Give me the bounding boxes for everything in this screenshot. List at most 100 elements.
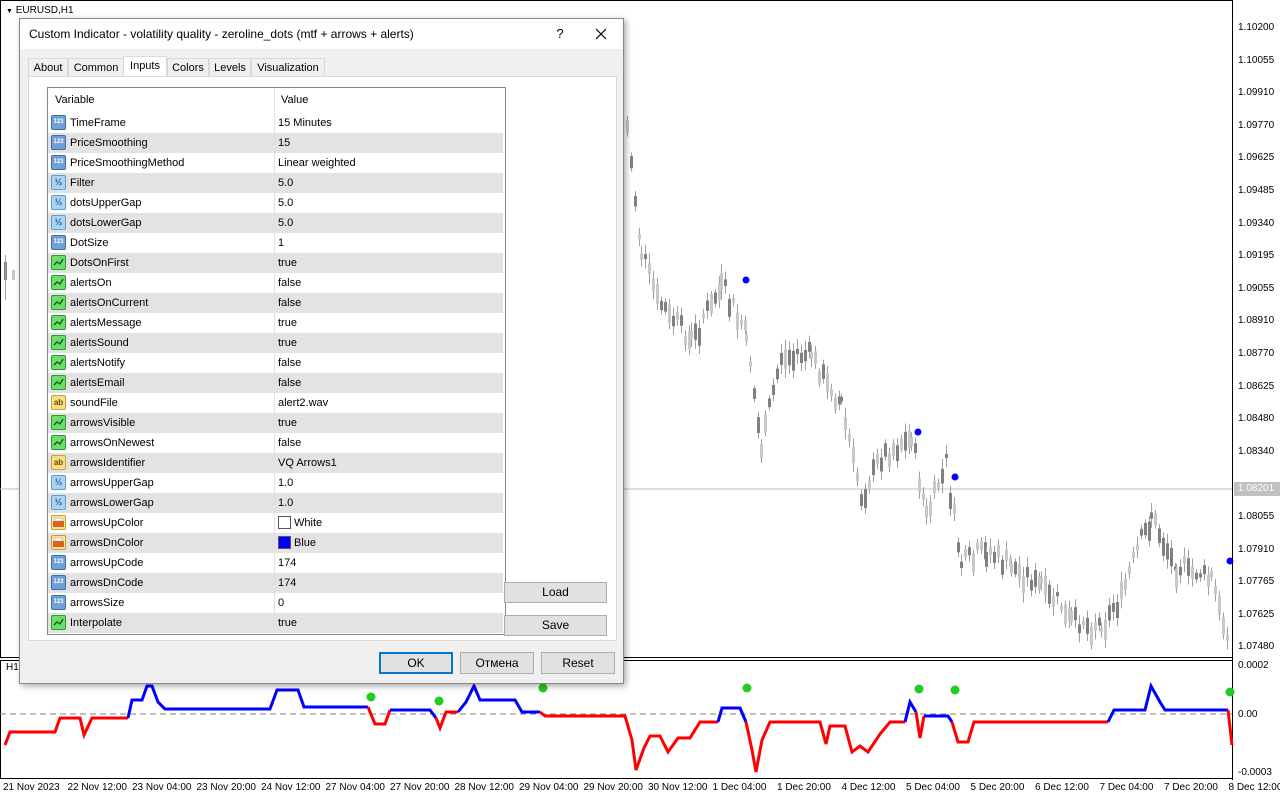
collapse-triangle-icon[interactable]: ▼ <box>6 8 13 15</box>
input-value[interactable]: false <box>278 293 301 313</box>
candle <box>953 504 956 514</box>
input-row-pricesmoothingmethod[interactable]: 123 PriceSmoothingMethod Linear weighted <box>48 153 503 173</box>
input-row-filter[interactable]: ½ Filter 5.0 <box>48 173 503 193</box>
input-row-pricesmoothing[interactable]: 123 PriceSmoothing 15 <box>48 133 503 153</box>
input-row-interpolate[interactable]: Interpolate true <box>48 613 503 633</box>
vq-down-line <box>914 711 926 739</box>
input-value[interactable]: false <box>278 373 301 393</box>
load-button[interactable]: Load <box>504 582 607 603</box>
current-price-tag: 1.08201 <box>1234 482 1280 496</box>
date-tick: 1 Dec 20:00 <box>777 782 831 793</box>
tab-colors[interactable]: Colors <box>167 58 209 76</box>
input-row-dotslowergap[interactable]: ½ dotsLowerGap 5.0 <box>48 213 503 233</box>
candle <box>1183 556 1186 564</box>
candle <box>1120 581 1123 599</box>
indicator-tick: -0.0003 <box>1238 767 1272 778</box>
input-value[interactable]: Blue <box>294 533 316 553</box>
input-value[interactable]: false <box>278 353 301 373</box>
tab-common[interactable]: Common <box>68 58 124 76</box>
price-tick: 1.09910 <box>1238 87 1275 99</box>
date-tick: 1 Dec 04:00 <box>712 782 767 793</box>
dialog-titlebar[interactable]: Custom Indicator - volatility quality - … <box>20 19 623 49</box>
input-row-arrowsupcolor[interactable]: arrowsUpColor White <box>48 513 503 533</box>
candle <box>1044 575 1047 596</box>
input-row-arrowsidentifier[interactable]: ab arrowsIdentifier VQ Arrows1 <box>48 453 503 473</box>
input-row-arrowsdncolor[interactable]: arrowsDnColor Blue <box>48 533 503 553</box>
input-value[interactable]: true <box>278 253 297 273</box>
input-row-alertsemail[interactable]: alertsEmail false <box>48 373 503 393</box>
reset-button[interactable]: Reset <box>541 652 615 674</box>
input-value[interactable]: 5.0 <box>278 193 293 213</box>
column-header-variable[interactable]: Variable <box>55 88 95 113</box>
input-name: DotsOnFirst <box>70 257 129 269</box>
input-value[interactable]: true <box>278 313 297 333</box>
tab-levels[interactable]: Levels <box>209 58 251 76</box>
candle <box>840 396 843 402</box>
input-row-arrowsonnewest[interactable]: arrowsOnNewest false <box>48 433 503 453</box>
input-value[interactable]: Linear weighted <box>278 153 356 173</box>
subwindow-label: H1 <box>6 662 19 673</box>
vq-down-line <box>3 716 128 746</box>
input-row-alertsnotify[interactable]: alertsNotify false <box>48 353 503 373</box>
input-row-arrowsvisible[interactable]: arrowsVisible true <box>48 413 503 433</box>
date-tick: 5 Dec 04:00 <box>906 782 960 793</box>
input-row-dotsonfirst[interactable]: DotsOnFirst true <box>48 253 503 273</box>
input-row-dotsize[interactable]: 123 DotSize 1 <box>48 233 503 253</box>
ok-button[interactable]: OK <box>379 652 453 674</box>
tab-inputs[interactable]: Inputs <box>123 56 167 77</box>
save-button[interactable]: Save <box>504 615 607 636</box>
input-row-alertssound[interactable]: alertsSound true <box>48 333 503 353</box>
input-row-alertsoncurrent[interactable]: alertsOnCurrent false <box>48 293 503 313</box>
color-icon <box>51 515 66 530</box>
input-value[interactable]: 1.0 <box>278 473 293 493</box>
input-name: alertsOnCurrent <box>70 297 149 309</box>
input-value[interactable]: 1 <box>278 233 284 253</box>
input-row-arrowslowergap[interactable]: ½ arrowsLowerGap 1.0 <box>48 493 503 513</box>
input-value[interactable]: true <box>278 413 297 433</box>
input-value[interactable]: alert2.wav <box>278 393 328 413</box>
input-row-arrowsupcode[interactable]: 123 arrowsUpCode 174 <box>48 553 503 573</box>
help-button[interactable]: ? <box>550 24 570 44</box>
candle <box>1040 577 1043 584</box>
input-value[interactable]: true <box>278 333 297 353</box>
color-swatch[interactable] <box>278 536 291 549</box>
input-row-soundfile[interactable]: ab soundFile alert2.wav <box>48 393 503 413</box>
input-value[interactable]: false <box>278 433 301 453</box>
input-value[interactable]: 174 <box>278 553 296 573</box>
input-row-alertson[interactable]: alertsOn false <box>48 273 503 293</box>
input-value[interactable]: 15 Minutes <box>278 113 332 133</box>
inputs-grid[interactable]: Variable Value 123 TimeFrame 15 Minutes 123… <box>47 87 506 635</box>
input-value[interactable]: 5.0 <box>278 173 293 193</box>
input-value[interactable]: 15 <box>278 133 290 153</box>
cancel-button[interactable]: Отмена <box>460 652 534 674</box>
input-value[interactable]: VQ Arrows1 <box>278 453 337 473</box>
candle <box>1098 617 1101 626</box>
price-tick: 1.09340 <box>1238 217 1275 229</box>
input-value[interactable]: White <box>294 513 322 533</box>
input-value[interactable]: false <box>278 273 301 293</box>
input-value[interactable]: 5.0 <box>278 213 293 233</box>
input-row-timeframe[interactable]: 123 TimeFrame 15 Minutes <box>48 113 503 133</box>
color-swatch[interactable] <box>278 516 291 529</box>
input-row-dotsuppergap[interactable]: ½ dotsUpperGap 5.0 <box>48 193 503 213</box>
input-row-arrowsdncode[interactable]: 123 arrowsDnCode 174 <box>48 573 503 593</box>
tab-visualization[interactable]: Visualization <box>251 58 325 76</box>
candle <box>1052 596 1055 607</box>
input-value[interactable]: 0 <box>278 593 284 613</box>
candle <box>810 352 813 360</box>
input-value[interactable]: 1.0 <box>278 493 293 513</box>
input-row-alertsmessage[interactable]: alertsMessage true <box>48 313 503 333</box>
close-button[interactable] <box>590 23 612 45</box>
input-value[interactable]: 174 <box>278 573 296 593</box>
candle <box>856 472 859 482</box>
tab-about[interactable]: About <box>28 58 68 76</box>
input-row-arrowssize[interactable]: 123 arrowsSize 0 <box>48 593 503 613</box>
bool-icon <box>51 355 66 370</box>
column-header-value[interactable]: Value <box>281 88 308 113</box>
candle <box>1078 624 1081 634</box>
input-row-arrowsuppergap[interactable]: ½ arrowsUpperGap 1.0 <box>48 473 503 493</box>
candle <box>1056 592 1059 597</box>
price-tick: 1.08910 <box>1238 315 1275 327</box>
candle <box>780 352 783 365</box>
input-value[interactable]: true <box>278 613 297 633</box>
